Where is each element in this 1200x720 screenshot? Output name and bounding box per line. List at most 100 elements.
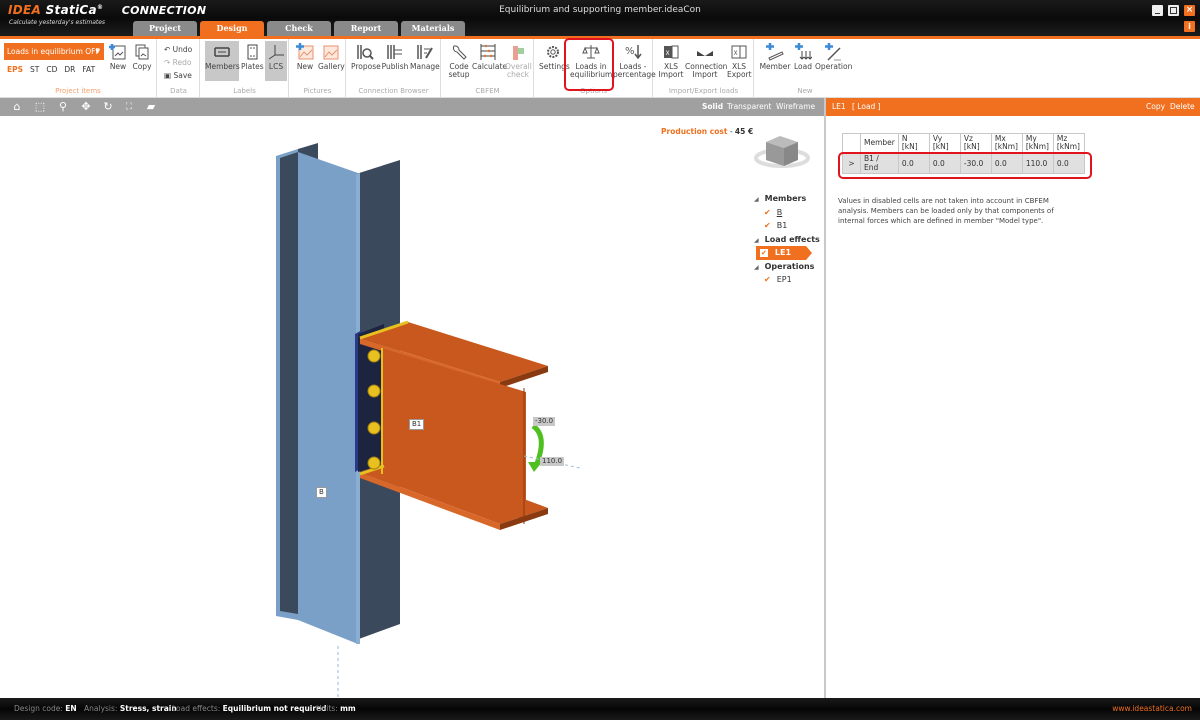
- new-picture-button[interactable]: New: [295, 43, 315, 71]
- publish-button[interactable]: Publish: [381, 43, 409, 71]
- new-operation-button[interactable]: Operation: [815, 43, 853, 71]
- labels-plates-button[interactable]: Plates: [241, 43, 264, 71]
- xls-export-button[interactable]: X XLS Export: [727, 43, 752, 79]
- xls-export-icon: X: [731, 45, 747, 59]
- tree-member-b1[interactable]: ✔ B1: [754, 219, 820, 233]
- check-type-fat[interactable]: FAT: [82, 65, 95, 74]
- rotate-icon[interactable]: ↻: [101, 100, 115, 114]
- units-label: Units:: [316, 704, 338, 713]
- tab-materials[interactable]: Materials: [401, 21, 465, 36]
- tree-member-b[interactable]: ✔ B: [754, 206, 820, 220]
- loads-equilibrium-dropdown[interactable]: Loads in equilibrium OFF ▼: [4, 43, 104, 60]
- collapse-icon[interactable]: ◢: [754, 196, 759, 203]
- highlight-load-row: [838, 152, 1092, 179]
- save-button[interactable]: ▣ Save: [164, 71, 192, 80]
- info-icon[interactable]: i: [1184, 21, 1195, 32]
- operations-header-label: Operations: [764, 261, 815, 271]
- tree-load-effects-header[interactable]: ◢ Load effects: [754, 233, 820, 247]
- tab-project[interactable]: Project: [133, 21, 197, 36]
- selection-arrow: [806, 246, 812, 260]
- close-icon[interactable]: ×: [1184, 5, 1195, 16]
- col-mx: Mx [kNm]: [990, 133, 1023, 153]
- highlight-loads-in-equilibrium: [564, 38, 614, 91]
- overall-check-button[interactable]: Overall check: [505, 43, 532, 79]
- connection-import-button[interactable]: Connection Import: [685, 43, 727, 79]
- col-vz-unit: [kN]: [963, 142, 980, 151]
- lcs-label: LCS: [268, 62, 284, 71]
- tree-operations-header[interactable]: ◢ Operations: [754, 260, 820, 274]
- propose-button[interactable]: Propose: [351, 43, 381, 71]
- labels-members-button[interactable]: Members: [205, 41, 240, 81]
- xls-import-button[interactable]: X XLS Import: [658, 43, 684, 79]
- tree-load-effect-le1[interactable]: ✔ LE1: [756, 246, 812, 260]
- conn-import-label-2: Import: [692, 70, 718, 79]
- undo-button[interactable]: ↶ Undo: [164, 45, 192, 54]
- checkbox-icon[interactable]: ✔: [760, 249, 768, 257]
- collapse-icon[interactable]: ◢: [754, 237, 759, 244]
- tab-check[interactable]: Check: [267, 21, 331, 36]
- overall-check-icon: [513, 46, 524, 60]
- labels-lcs-button[interactable]: LCS: [265, 41, 287, 81]
- zoom-icon[interactable]: ⚲: [56, 100, 70, 114]
- home-icon[interactable]: ⌂: [10, 100, 24, 114]
- view-mode-transparent[interactable]: Transparent: [727, 102, 771, 111]
- wrench-icon: [452, 45, 467, 60]
- status-load-effects: Load effects: Equilibrium not required: [172, 698, 327, 720]
- collapse-icon[interactable]: ◢: [754, 264, 759, 271]
- check-type-st[interactable]: ST: [30, 65, 39, 74]
- gallery-button[interactable]: Gallery: [318, 43, 345, 71]
- checkmark-icon[interactable]: ✔: [764, 275, 771, 284]
- manage-button[interactable]: Manage: [410, 43, 440, 71]
- zoom-window-icon[interactable]: ⬚: [33, 100, 47, 114]
- connection-import-icon: [697, 51, 713, 56]
- tree-operation-ep1[interactable]: ✔ EP1: [754, 273, 820, 287]
- view-mode-wireframe[interactable]: Wireframe: [776, 102, 815, 111]
- redo-button[interactable]: ↷ Redo: [164, 58, 192, 67]
- website-link[interactable]: www.ideastatica.com: [1112, 698, 1192, 720]
- new-member-button[interactable]: Member: [759, 43, 791, 71]
- group-label-cbfem: CBFEM: [475, 87, 500, 95]
- group-label-project-items: Project items: [55, 87, 101, 95]
- minimize-icon[interactable]: [1152, 5, 1163, 16]
- check-type-eps[interactable]: EPS: [7, 65, 23, 74]
- view-mode-solid[interactable]: Solid: [702, 102, 723, 111]
- col-mx-unit: [kNm]: [994, 142, 1018, 151]
- group-connection-browser: Propose Publish Manage Connection Browse…: [347, 39, 441, 98]
- model-3d: [276, 136, 810, 698]
- design-code-value: EN: [65, 704, 77, 713]
- calculate-button[interactable]: Calculate: [472, 43, 507, 71]
- tab-design[interactable]: Design: [200, 21, 264, 36]
- group-cbfem: Code setup Calculate Overall check CBFEM: [442, 39, 534, 98]
- checkmark-icon[interactable]: ✔: [764, 208, 771, 217]
- view-cube[interactable]: [754, 136, 810, 168]
- col-member: Member: [860, 133, 899, 153]
- checkmark-icon[interactable]: ✔: [764, 221, 771, 230]
- new-item-button[interactable]: New: [108, 43, 128, 71]
- svg-text:X: X: [666, 50, 670, 57]
- fit-icon[interactable]: ⛶: [122, 100, 136, 114]
- tab-report[interactable]: Report: [334, 21, 398, 36]
- new-load-button[interactable]: Load: [792, 43, 814, 71]
- check-type-dr[interactable]: DR: [64, 65, 75, 74]
- right-panel-header: LE1 [ Load ] Copy Delete: [826, 98, 1200, 116]
- section-icon[interactable]: ▰: [144, 100, 158, 114]
- redo-icon: ↷: [164, 58, 173, 67]
- column-left-flange-inner: [280, 152, 298, 614]
- copy-load-button[interactable]: Copy: [1146, 102, 1165, 111]
- publish-label: Publish: [381, 62, 409, 71]
- 3d-viewport[interactable]: Production cost - 45 € B1 B -30.0 110.0 …: [0, 116, 824, 698]
- pan-icon[interactable]: ✥: [79, 100, 93, 114]
- check-type-cd[interactable]: CD: [46, 65, 57, 74]
- delete-load-button[interactable]: Delete: [1170, 102, 1195, 111]
- copy-item-button[interactable]: Copy: [131, 43, 153, 71]
- tree-members-header[interactable]: ◢ Members: [754, 192, 820, 206]
- status-analysis: Analysis: Stress, strain: [84, 698, 177, 720]
- gallery-label: Gallery: [318, 62, 345, 71]
- code-setup-button[interactable]: Code setup: [446, 43, 472, 79]
- analysis-label: Analysis:: [84, 704, 118, 713]
- loads-percentage-button[interactable]: % Loads - percentage: [613, 43, 656, 79]
- settings-button[interactable]: Settings: [539, 43, 570, 71]
- undo-icon: ↶: [164, 45, 173, 54]
- maximize-icon[interactable]: [1168, 5, 1179, 16]
- new-operation-label: Operation: [815, 62, 853, 71]
